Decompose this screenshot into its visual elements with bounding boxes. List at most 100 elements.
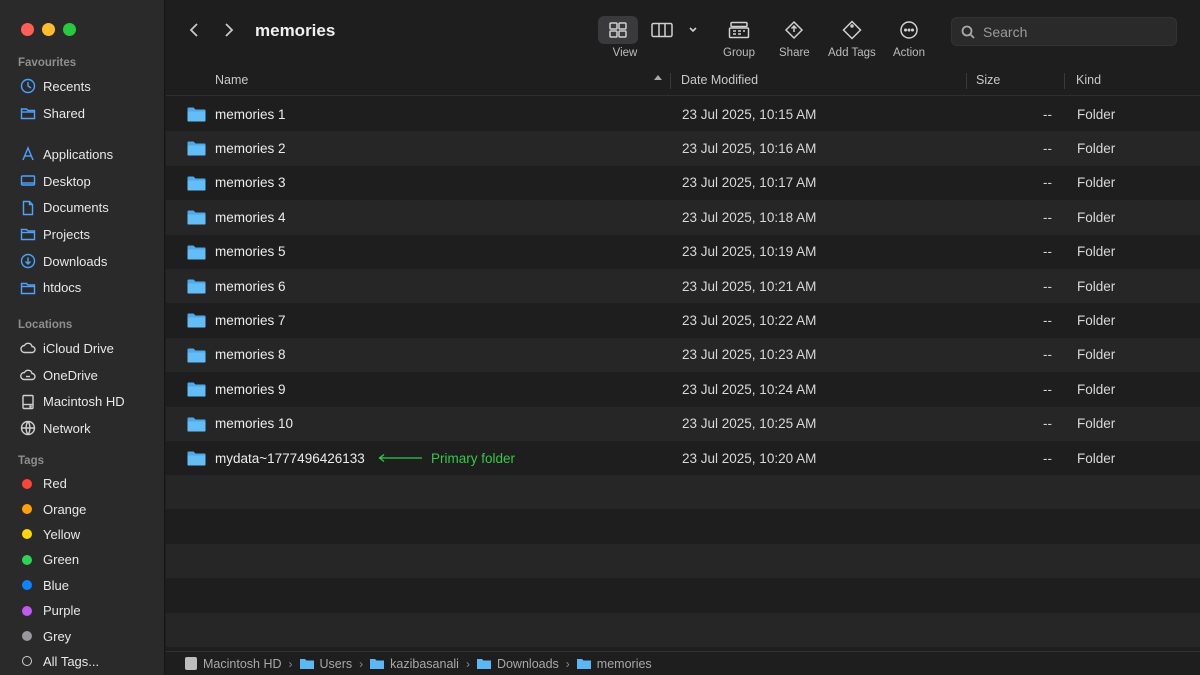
- table-row[interactable]: memories 10 23 Jul 2025, 10:25 AM -- Folder: [166, 406, 1200, 441]
- file-date-modified: 23 Jul 2025, 10:19 AM: [682, 244, 817, 260]
- file-date-modified: 23 Jul 2025, 10:21 AM: [682, 278, 817, 294]
- forward-button[interactable]: [219, 20, 239, 40]
- file-size: --: [1043, 313, 1052, 329]
- search-icon: [961, 25, 975, 39]
- table-row[interactable]: memories 3 23 Jul 2025, 10:17 AM -- Folder: [166, 166, 1200, 200]
- table-row[interactable]: memories 7 23 Jul 2025, 10:22 AM -- Folder: [166, 303, 1200, 337]
- sidebar-item-shared[interactable]: Shared: [0, 100, 165, 127]
- table-row[interactable]: memories 2 23 Jul 2025, 10:16 AM -- Folder: [166, 131, 1200, 166]
- tag-dot-icon: [22, 580, 32, 591]
- view-control[interactable]: View: [598, 16, 700, 59]
- sidebar-all-tags[interactable]: All Tags...: [0, 649, 165, 674]
- search-input[interactable]: [983, 23, 1163, 40]
- tag-label: Orange: [43, 501, 87, 517]
- table-row[interactable]: memories 5 23 Jul 2025, 10:19 AM -- Folder: [166, 235, 1200, 269]
- file-size: --: [1043, 209, 1052, 225]
- chevron-down-icon: [689, 27, 697, 33]
- locations-heading: Locations: [18, 319, 73, 331]
- path-crumb-downloads[interactable]: Downloads: [476, 657, 559, 671]
- file-name: memories 10: [215, 416, 294, 432]
- zoom-window-button[interactable]: [63, 23, 76, 36]
- chevron-right-icon: [225, 23, 234, 37]
- path-crumb-memories[interactable]: memories: [576, 657, 652, 671]
- table-row[interactable]: mydata~1777496426133 23 Jul 2025, 10:20 A…: [166, 441, 1200, 475]
- desktop-icon: [19, 173, 36, 190]
- chevron-right-icon: ›: [565, 656, 570, 671]
- sidebar-tag-yellow[interactable]: Yellow: [0, 522, 165, 547]
- share-button[interactable]: Share: [779, 16, 810, 59]
- column-divider[interactable]: [670, 73, 671, 89]
- columns-icon: [651, 22, 673, 38]
- sidebar-tag-green[interactable]: Green: [0, 547, 165, 572]
- tag-label: Blue: [43, 577, 70, 593]
- sidebar-item-macintosh-hd[interactable]: Macintosh HD: [0, 388, 165, 415]
- cloud-icon: [19, 340, 36, 357]
- sidebar-item-downloads[interactable]: Downloads: [0, 248, 165, 275]
- file-name: memories 1: [215, 106, 286, 122]
- file-name: memories 4: [215, 209, 286, 225]
- tag-label: All Tags...: [43, 653, 100, 669]
- path-crumb-users[interactable]: Users: [299, 657, 352, 671]
- sidebar-item-icloud-drive[interactable]: iCloud Drive: [0, 335, 165, 362]
- path-crumb-home[interactable]: kazibasanali: [370, 657, 459, 671]
- clock-icon: [19, 78, 36, 95]
- file-name: memories 3: [215, 175, 286, 191]
- grid-icon: [609, 22, 627, 38]
- sidebar-item-documents[interactable]: Documents: [0, 194, 165, 221]
- sidebar-item-desktop[interactable]: Desktop: [0, 168, 165, 195]
- group-button[interactable]: Group: [723, 16, 755, 59]
- tag-label: Purple: [43, 603, 81, 619]
- sidebar-tag-purple[interactable]: Purple: [0, 598, 165, 623]
- share-icon: [785, 20, 804, 40]
- column-name-header[interactable]: Name: [215, 73, 248, 87]
- file-size: --: [1043, 175, 1052, 191]
- file-name: memories 7: [215, 313, 286, 329]
- sidebar: Favourites Recents Shared Applications D…: [0, 0, 165, 675]
- column-view-button[interactable]: [642, 16, 682, 44]
- column-size-header[interactable]: Size: [976, 73, 1000, 87]
- back-button[interactable]: [184, 20, 204, 40]
- sidebar-item-network[interactable]: Network: [0, 415, 165, 442]
- arrow-left-icon: [378, 454, 422, 463]
- table-row[interactable]: memories 8 23 Jul 2025, 10:23 AM -- Folder: [166, 337, 1200, 373]
- close-window-button[interactable]: [21, 23, 34, 36]
- minimize-window-button[interactable]: [42, 23, 55, 36]
- file-kind: Folder: [1077, 244, 1116, 260]
- sidebar-tag-red[interactable]: Red: [0, 471, 165, 496]
- table-row[interactable]: memories 6 23 Jul 2025, 10:21 AM -- Folder: [166, 268, 1200, 304]
- sidebar-tag-grey[interactable]: Grey: [0, 623, 165, 648]
- sidebar-item-applications[interactable]: Applications: [0, 141, 165, 168]
- folder-icon: [187, 313, 206, 328]
- chevron-left-icon: [189, 23, 198, 37]
- column-divider[interactable]: [966, 73, 967, 89]
- sidebar-item-projects[interactable]: Projects: [0, 221, 165, 248]
- column-date-header[interactable]: Date Modified: [681, 73, 758, 87]
- search-field[interactable]: [951, 17, 1177, 46]
- sidebar-item-htdocs[interactable]: htdocs: [0, 274, 165, 301]
- file-list: memories 1 23 Jul 2025, 10:15 AM -- Folder m…: [166, 97, 1200, 475]
- add-tags-button[interactable]: Add Tags: [828, 16, 876, 59]
- folder-icon: [187, 176, 206, 191]
- tags-heading: Tags: [18, 455, 44, 467]
- column-divider[interactable]: [1064, 73, 1065, 89]
- tag-dot-icon: [22, 478, 32, 489]
- locations-list: iCloud Drive OneDrive Macintosh HD Netwo…: [0, 335, 165, 442]
- sidebar-item-label: Documents: [43, 200, 109, 216]
- sidebar-item-onedrive[interactable]: OneDrive: [0, 362, 165, 389]
- table-row[interactable]: memories 9 23 Jul 2025, 10:24 AM -- Folder: [166, 372, 1200, 406]
- icon-view-button[interactable]: [598, 16, 638, 44]
- sidebar-item-recents[interactable]: Recents: [0, 73, 165, 100]
- sidebar-item-label: Downloads: [43, 253, 108, 269]
- column-kind-header[interactable]: Kind: [1076, 73, 1101, 87]
- sidebar-tag-orange[interactable]: Orange: [0, 496, 165, 521]
- sidebar-item-label: iCloud Drive: [43, 340, 114, 356]
- path-crumb-macintosh-hd[interactable]: Macintosh HD: [185, 657, 282, 671]
- table-row[interactable]: memories 1 23 Jul 2025, 10:15 AM -- Folder: [166, 97, 1200, 131]
- ellipsis-circle-icon: [900, 21, 918, 39]
- table-row[interactable]: memories 4 23 Jul 2025, 10:18 AM -- Folder: [166, 200, 1200, 235]
- view-options-dropdown[interactable]: [686, 16, 700, 44]
- action-button[interactable]: Action: [893, 16, 925, 59]
- folder-icon: [187, 107, 206, 122]
- group-icon: [728, 21, 750, 39]
- sidebar-tag-blue[interactable]: Blue: [0, 573, 165, 598]
